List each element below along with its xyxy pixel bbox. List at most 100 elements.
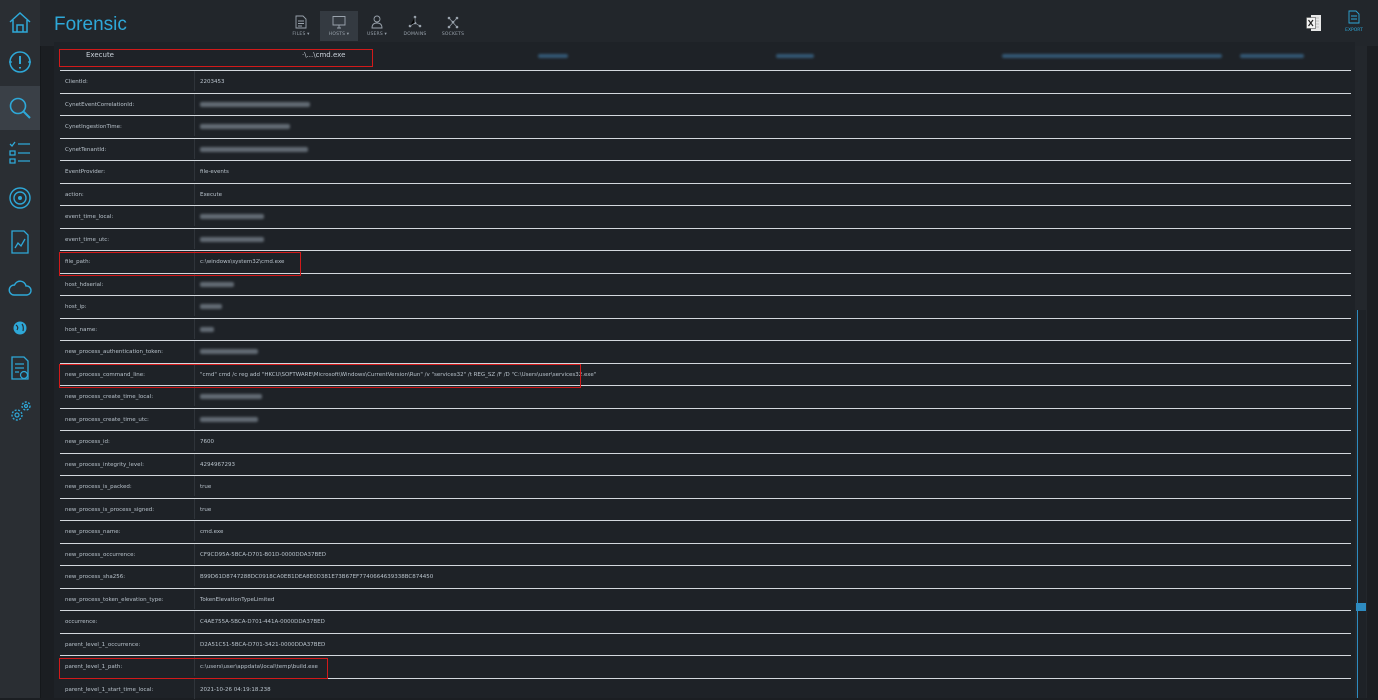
table-row[interactable]: new_process_authentication_token: xyxy=(60,340,1351,363)
row-key: new_process_id: xyxy=(65,439,110,445)
nav-files-button[interactable]: FILES ▾ xyxy=(282,11,320,41)
table-row[interactable]: host_name: xyxy=(60,318,1351,341)
redacted-value xyxy=(200,417,258,422)
table-row[interactable]: EventProvider:file-events xyxy=(60,160,1351,183)
target-icon[interactable] xyxy=(0,176,40,220)
column-divider xyxy=(194,499,195,519)
redacted-cell xyxy=(1240,54,1304,58)
event-action: Execute xyxy=(86,51,114,59)
row-key: ClientId: xyxy=(65,79,88,85)
column-divider xyxy=(194,566,195,586)
table-row[interactable]: event_time_utc: xyxy=(60,228,1351,251)
excel-export-icon[interactable] xyxy=(1306,14,1322,32)
row-value: CF9CD95A-5BCA-D701-B01D-0000DDA37BED xyxy=(200,552,326,558)
table-row[interactable]: new_process_command_line: "cmd" cmd /c re… xyxy=(60,363,1351,386)
column-divider xyxy=(194,229,195,249)
cloud-icon[interactable] xyxy=(0,266,40,310)
row-key: new_process_token_elevation_type: xyxy=(65,597,163,603)
table-row[interactable]: new_process_create_time_local: xyxy=(60,385,1351,408)
row-key: CynetEventCorrelationId: xyxy=(65,102,134,108)
column-divider xyxy=(194,161,195,181)
document-check-icon[interactable] xyxy=(0,346,40,390)
export-icon xyxy=(1347,10,1361,24)
home-icon[interactable] xyxy=(0,0,40,44)
table-row[interactable]: new_process_is_packed:true xyxy=(60,475,1351,498)
row-key: occurrence: xyxy=(65,619,97,625)
table-row[interactable]: parent_level_1_start_time_local:2021-10-… xyxy=(60,678,1351,700)
table-row[interactable]: ClientId:2203453 xyxy=(60,70,1351,93)
column-divider xyxy=(194,476,195,496)
column-divider xyxy=(194,679,195,699)
redacted-value xyxy=(200,237,264,242)
table-row[interactable]: new_process_is_process_signed:true xyxy=(60,498,1351,521)
redacted-value xyxy=(200,102,310,107)
globe-icon[interactable] xyxy=(0,306,40,350)
row-key: new_process_occurrence: xyxy=(65,552,135,558)
table-row[interactable]: CynetIngestionTime: xyxy=(60,115,1351,138)
table-row[interactable]: host_ip: xyxy=(60,295,1351,318)
top-bar: Forensic FILES ▾ HOSTS ▾ USERS ▾ DOMAINS… xyxy=(40,0,1378,46)
network-icon xyxy=(408,15,422,29)
table-row[interactable]: host_hdserial: xyxy=(60,273,1351,296)
event-details-panel: Execute ·\...\cmd.exe ClientId:2203453 Cy… xyxy=(54,42,1355,698)
redacted-value xyxy=(200,394,262,399)
export-button[interactable]: EXPORT xyxy=(1342,10,1366,38)
table-row[interactable]: new_process_integrity_level: 4294967293 xyxy=(60,453,1351,476)
nav-domains-button[interactable]: DOMAINS xyxy=(396,11,434,41)
column-divider xyxy=(194,296,195,316)
nav-hosts-button[interactable]: HOSTS ▾ xyxy=(320,11,358,41)
table-row[interactable]: event_time_local: xyxy=(60,205,1351,228)
column-divider xyxy=(194,274,195,294)
row-value: 4294967293 xyxy=(200,462,235,468)
table-row[interactable]: new_process_token_elevation_type:TokenEl… xyxy=(60,588,1351,611)
nav-hosts-label: HOSTS ▾ xyxy=(329,32,349,37)
home-icon-svg xyxy=(7,9,33,35)
row-key: EventProvider: xyxy=(65,169,105,175)
sidebar xyxy=(0,0,41,698)
column-divider xyxy=(194,521,195,541)
row-value: c:\users\user\appdata\local\temp\build.e… xyxy=(200,664,318,670)
search-icon[interactable] xyxy=(0,86,40,130)
row-value: C4AE755A-5BCA-D701-441A-0000DDA37BED xyxy=(200,619,325,625)
row-key: new_process_create_time_utc: xyxy=(65,417,149,423)
scroll-marker xyxy=(1356,603,1366,611)
column-divider xyxy=(194,454,195,474)
nav-users-button[interactable]: USERS ▾ xyxy=(358,11,396,41)
row-value: cmd.exe xyxy=(200,529,223,535)
event-header-row[interactable]: Execute ·\...\cmd.exe xyxy=(60,48,1351,64)
row-key: parent_level_1_path: xyxy=(65,664,122,670)
table-row[interactable]: file_path:c:\windows\system32\cmd.exe xyxy=(60,250,1351,273)
table-row[interactable]: CynetEventCorrelationId: xyxy=(60,93,1351,116)
table-row[interactable]: parent_level_1_occurrence:D2A51C51-5BCA-… xyxy=(60,633,1351,656)
column-divider xyxy=(194,589,195,609)
column-divider xyxy=(194,94,195,114)
checklist-icon[interactable] xyxy=(0,130,40,174)
report-chart-icon[interactable] xyxy=(0,220,40,264)
row-key: new_process_integrity_level: xyxy=(65,462,144,468)
table-row[interactable]: CynetTenantId: xyxy=(60,138,1351,161)
redacted-value xyxy=(200,214,264,219)
column-divider xyxy=(194,71,195,91)
nav-sockets-button[interactable]: SOCKETS xyxy=(434,11,472,41)
redacted-value xyxy=(200,124,290,129)
row-value: "cmd" cmd /c reg add "HKCU\SOFTWARE\Micr… xyxy=(200,372,596,378)
column-divider xyxy=(194,184,195,204)
user-icon xyxy=(371,15,383,29)
row-key: host_name: xyxy=(65,327,97,333)
socket-icon xyxy=(446,15,460,29)
table-row[interactable]: new_process_sha256:B99D61D8747288DC0918C… xyxy=(60,565,1351,588)
table-row[interactable]: new_process_occurrence: CF9CD95A-5BCA-D70… xyxy=(60,543,1351,566)
settings-gears-icon[interactable] xyxy=(0,390,40,434)
row-key: new_process_name: xyxy=(65,529,120,535)
redacted-cell xyxy=(538,54,568,58)
table-row[interactable]: parent_level_1_path: c:\users\user\appdat… xyxy=(60,655,1351,678)
table-row[interactable]: new_process_id:7600 xyxy=(60,430,1351,453)
alert-icon[interactable] xyxy=(0,40,40,84)
table-row[interactable]: new_process_name: cmd.exe xyxy=(60,520,1351,543)
table-row[interactable]: occurrence: C4AE755A-5BCA-D701-441A-0000D… xyxy=(60,610,1351,633)
scrollbar-thumb[interactable] xyxy=(1357,310,1366,698)
redacted-value xyxy=(200,304,222,309)
table-row[interactable]: new_process_create_time_utc: xyxy=(60,408,1351,431)
table-row[interactable]: action:Execute xyxy=(60,183,1351,206)
row-key: new_process_command_line: xyxy=(65,372,145,378)
